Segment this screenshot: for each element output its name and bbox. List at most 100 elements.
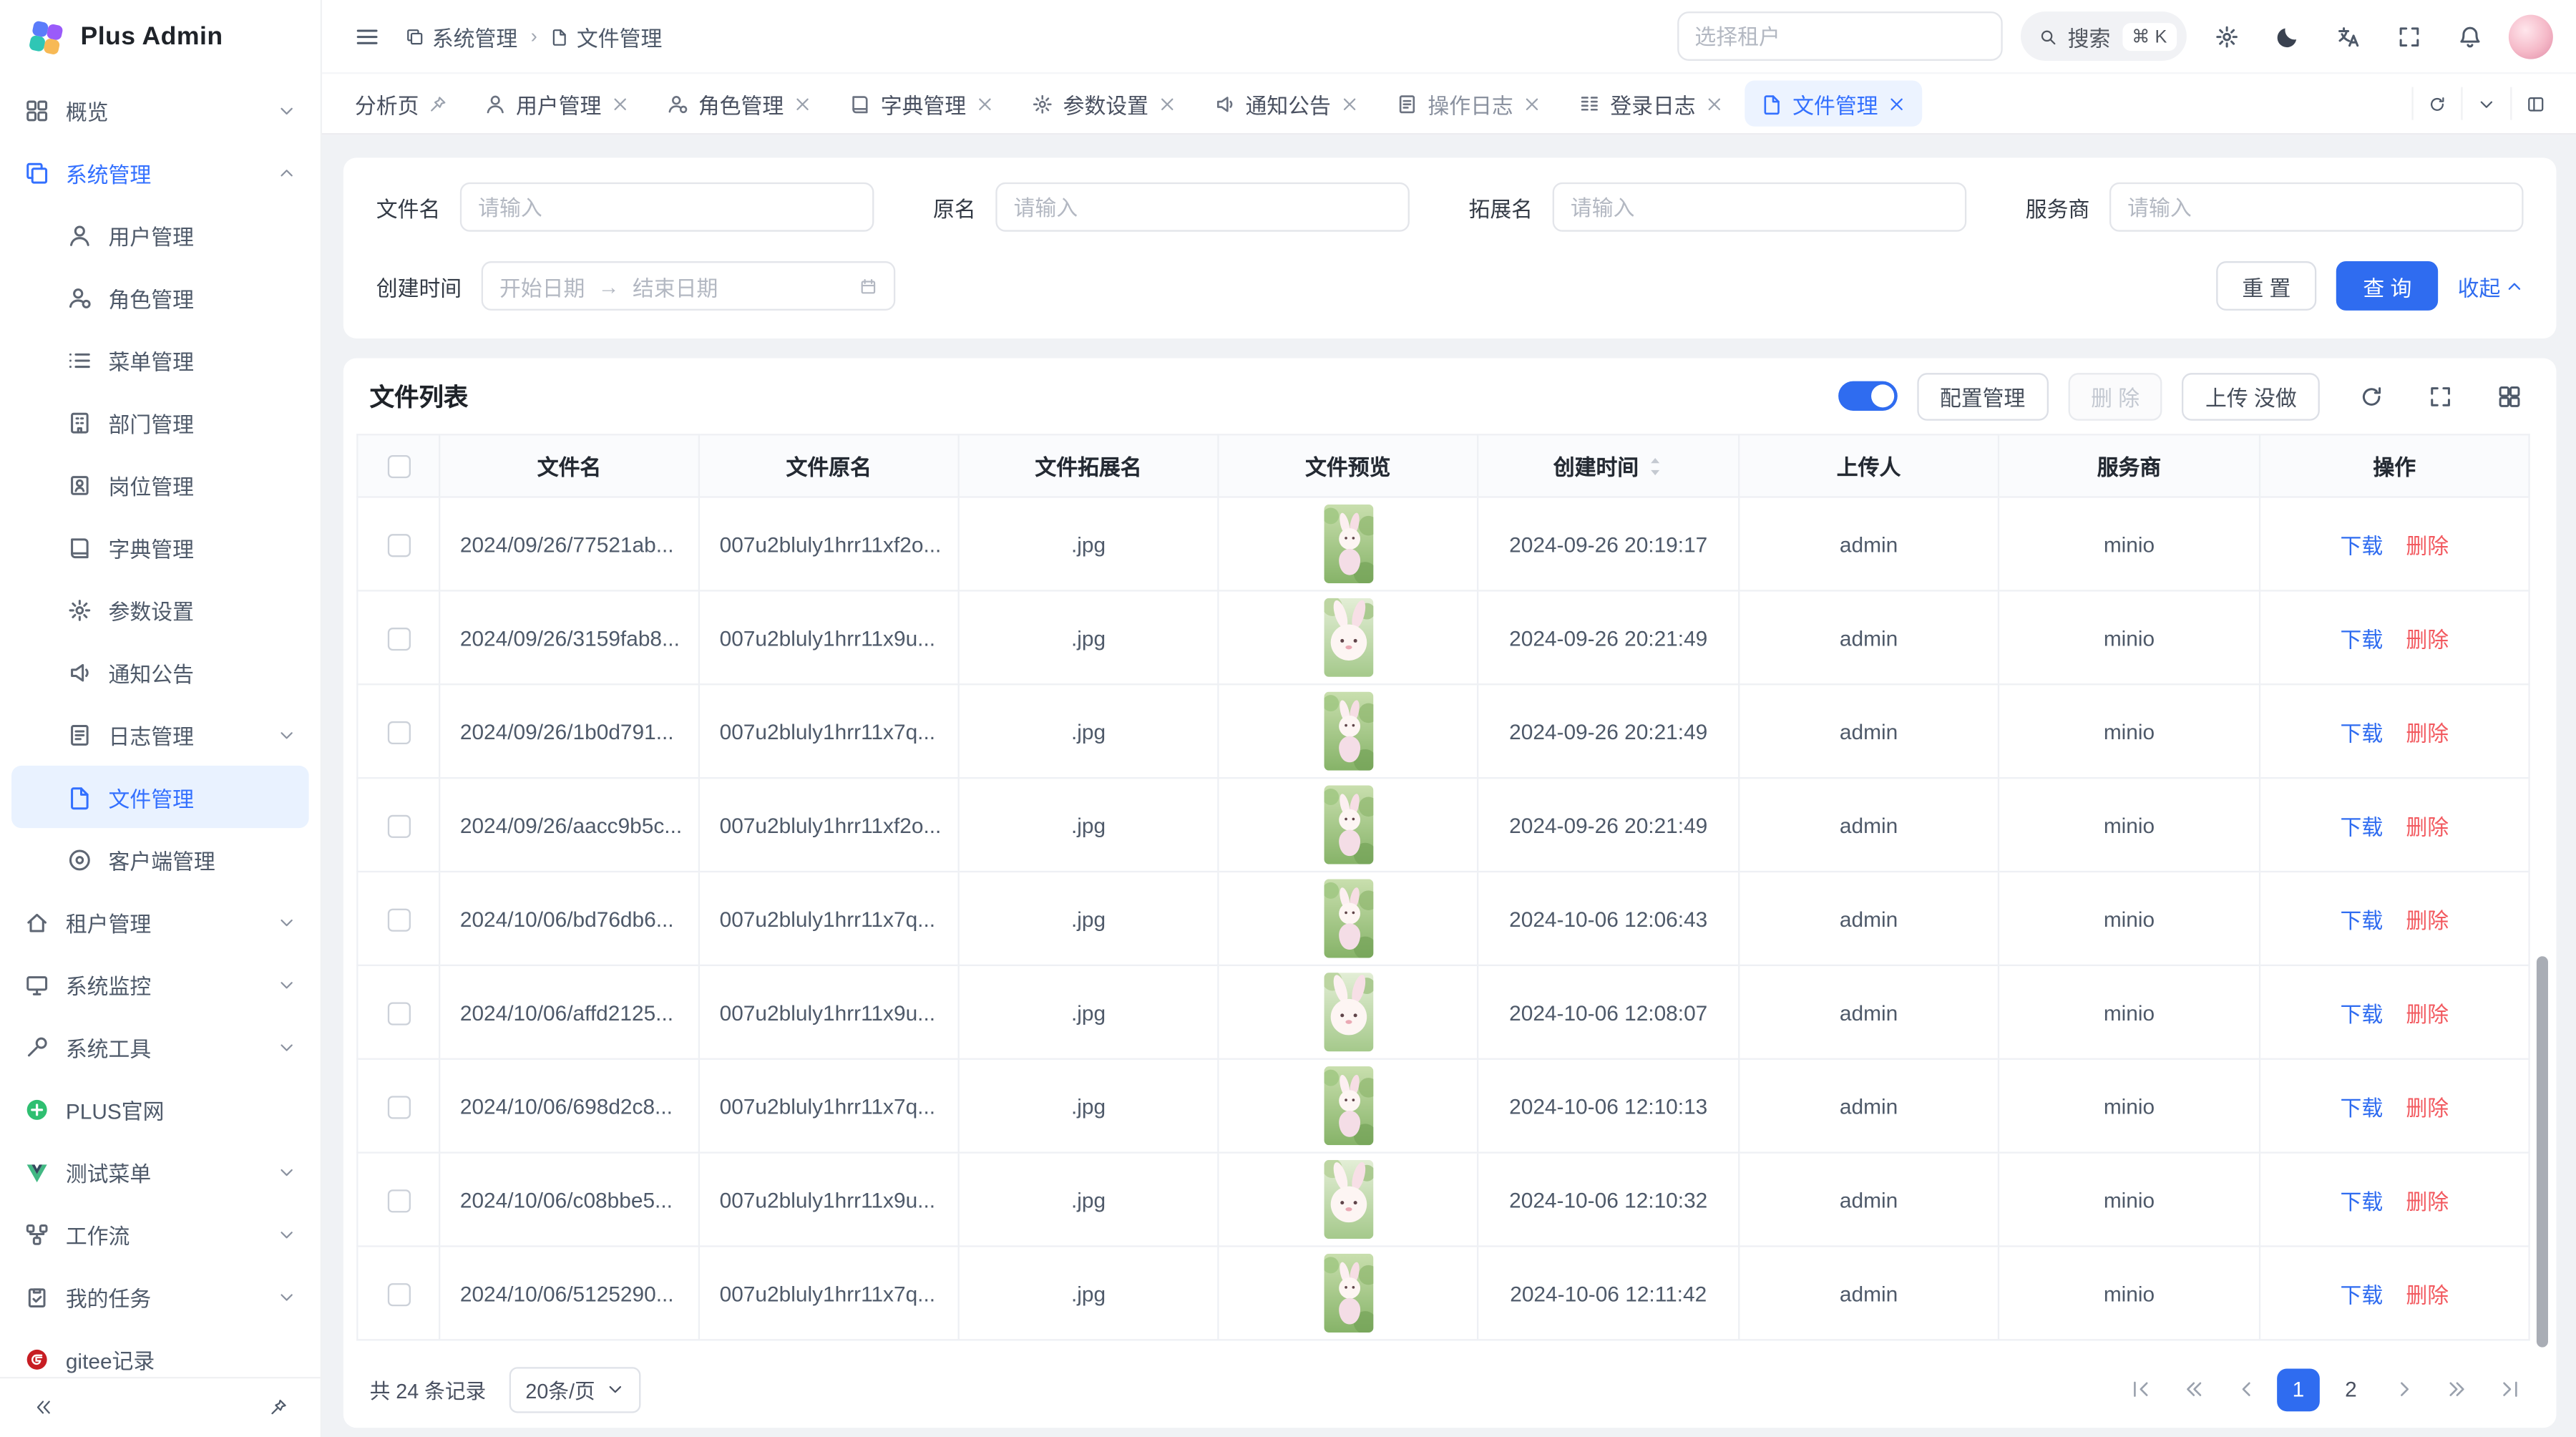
refresh-icon[interactable] [2411,87,2461,120]
file-preview-thumbnail[interactable] [1323,879,1372,958]
file-preview-thumbnail[interactable] [1323,505,1372,583]
delete-link[interactable]: 删除 [2406,622,2449,653]
delete-button[interactable]: 删 除 [2068,372,2162,420]
toolbar-toggle-switch[interactable] [1838,381,1898,411]
close-icon[interactable] [976,94,994,112]
file-preview-thumbnail[interactable] [1323,692,1372,771]
delete-link[interactable]: 删除 [2406,1277,2449,1309]
fullscreen-icon[interactable] [2419,374,2462,417]
row-checkbox[interactable] [387,1189,410,1212]
close-icon[interactable] [1341,94,1359,112]
date-range-picker[interactable]: 开始日期 → 结束日期 [482,261,896,311]
row-checkbox[interactable] [387,721,410,744]
tab-analysis[interactable]: 分析页 [338,81,464,127]
collapse-filters-link[interactable]: 收起 [2458,271,2524,302]
file-preview-thumbnail[interactable] [1323,1160,1372,1239]
download-link[interactable]: 下载 [2341,1184,2384,1215]
fullscreen-button[interactable] [2387,15,2430,58]
prev-page-button[interactable] [2225,1368,2268,1411]
tab-user-management[interactable]: 用户管理 [468,81,645,127]
download-link[interactable]: 下载 [2341,996,2384,1028]
table-scrollbar[interactable] [2537,956,2548,1347]
sidebar-item-menu-management[interactable]: 菜单管理 [0,328,321,391]
page-size-select[interactable]: 20条/页 [509,1366,641,1412]
file-preview-thumbnail[interactable] [1323,598,1372,677]
provider-input[interactable] [2127,195,2505,219]
sidebar-item-plus-website[interactable]: PLUS官网 [0,1078,321,1140]
download-link[interactable]: 下载 [2341,622,2384,653]
tab-login-log[interactable]: 登录日志 [1563,81,1740,127]
close-icon[interactable] [611,94,629,112]
tab-operation-log[interactable]: 操作日志 [1380,81,1558,127]
tab-param-settings[interactable]: 参数设置 [1015,81,1193,127]
upload-button[interactable]: 上传 没做 [2182,372,2320,420]
next-page-button[interactable] [2382,1368,2425,1411]
page-number-1[interactable]: 1 [2277,1368,2320,1411]
sidebar-item-dict-management[interactable]: 字典管理 [0,516,321,578]
first-page-button[interactable] [2119,1368,2162,1411]
dark-mode-moon-button[interactable] [2265,15,2308,58]
row-checkbox[interactable] [387,1283,410,1306]
delete-link[interactable]: 删除 [2406,1090,2449,1121]
file-name-input[interactable] [478,195,856,219]
chevron-down-icon[interactable] [2461,87,2510,120]
sidebar-item-client-management[interactable]: 客户端管理 [0,828,321,890]
tab-file-management[interactable]: 文件管理 [1745,81,1923,127]
sidebar-item-post-management[interactable]: 岗位管理 [0,454,321,516]
download-link[interactable]: 下载 [2341,809,2384,841]
origin-name-input[interactable] [1014,195,1392,219]
sort-icon[interactable] [1645,454,1663,477]
row-checkbox[interactable] [387,628,410,651]
download-link[interactable]: 下载 [2341,1277,2384,1309]
sidebar-item-tenant-management[interactable]: 租户管理 [0,890,321,953]
sidebar-item-system-management[interactable]: 系统管理 [0,141,321,203]
close-icon[interactable] [1705,94,1723,112]
close-icon[interactable] [1158,94,1176,112]
download-link[interactable]: 下载 [2341,528,2384,560]
breadcrumb-system[interactable]: 系统管理 [406,21,517,52]
sidebar-item-gitee-record[interactable]: gitee记录 [0,1328,321,1376]
download-link[interactable]: 下载 [2341,903,2384,935]
sidebar-item-param-settings[interactable]: 参数设置 [0,578,321,640]
sidebar-item-workflow[interactable]: 工作流 [0,1203,321,1265]
tenant-select-input[interactable] [1694,24,1984,48]
search-button[interactable]: 查 询 [2337,261,2438,311]
row-checkbox[interactable] [387,534,410,557]
reset-button[interactable]: 重 置 [2216,261,2317,311]
last-page-button[interactable] [2487,1368,2530,1411]
delete-link[interactable]: 删除 [2406,528,2449,560]
file-preview-thumbnail[interactable] [1323,785,1372,864]
sidebar-item-system-monitor[interactable]: 系统监控 [0,953,321,1015]
delete-link[interactable]: 删除 [2406,809,2449,841]
row-checkbox[interactable] [387,908,410,931]
sidebar-item-dept-management[interactable]: 部门管理 [0,391,321,453]
breadcrumb-file-management[interactable]: 文件管理 [550,21,662,52]
row-checkbox[interactable] [387,1002,410,1025]
settings-gear-button[interactable] [2205,15,2248,58]
extension-input[interactable] [1571,195,1948,219]
jump-forward-button[interactable] [2435,1368,2478,1411]
sidebar-item-overview[interactable]: 概览 [0,79,321,141]
download-link[interactable]: 下载 [2341,716,2384,747]
close-icon[interactable] [1523,94,1541,112]
delete-link[interactable]: 删除 [2406,996,2449,1028]
close-icon[interactable] [1888,94,1906,112]
column-settings-grid-icon[interactable] [2487,374,2530,417]
select-all-checkbox[interactable] [387,456,410,479]
sidebar-item-my-tasks[interactable]: 我的任务 [0,1265,321,1328]
pin-icon[interactable] [256,1386,299,1429]
delete-link[interactable]: 删除 [2406,903,2449,935]
config-manage-button[interactable]: 配置管理 [1917,372,2049,420]
sidebar-item-log-management[interactable]: 日志管理 [0,703,321,766]
user-avatar[interactable] [2509,14,2553,59]
file-preview-thumbnail[interactable] [1323,1066,1372,1145]
sidebar-item-notice[interactable]: 通知公告 [0,640,321,703]
hamburger-menu-button[interactable] [345,15,388,58]
tenant-select[interactable] [1677,11,2002,61]
app-logo[interactable]: Plus Admin [0,0,321,76]
file-preview-thumbnail[interactable] [1323,1254,1372,1333]
sidebar-item-user-management[interactable]: 用户管理 [0,204,321,266]
refresh-icon[interactable] [2349,374,2392,417]
sidebar-item-test-menu[interactable]: 测试菜单 [0,1140,321,1202]
close-icon[interactable] [794,94,811,112]
